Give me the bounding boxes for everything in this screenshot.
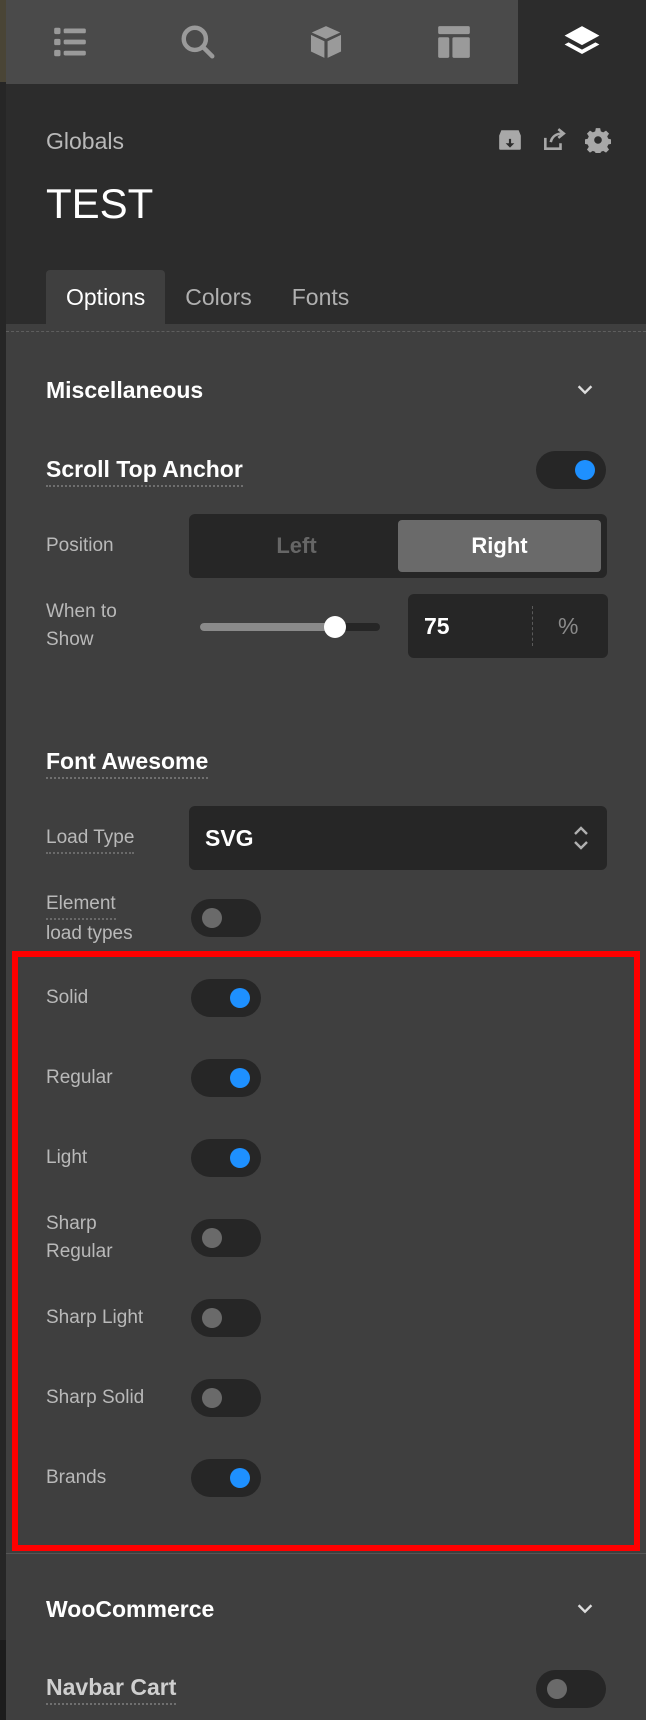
toggle-knob: [230, 988, 250, 1008]
chevron-down-icon: [577, 385, 593, 395]
brands-toggle[interactable]: [191, 1459, 261, 1497]
when-to-show-label: When to Show: [46, 598, 117, 654]
left-edge-mark-bottom: [0, 1640, 6, 1720]
input-separator: [532, 606, 533, 646]
chevron-up-down-icon: [574, 826, 588, 850]
toggle-knob: [230, 1068, 250, 1088]
section-label: Globals: [46, 128, 124, 154]
select-arrows: [571, 824, 591, 857]
sharp-regular-line1: Sharp: [46, 1213, 97, 1234]
slider-fill: [200, 623, 335, 631]
list-tab[interactable]: [6, 0, 134, 84]
woocommerce-collapse-toggle[interactable]: [574, 1597, 596, 1624]
woocommerce-section-title[interactable]: WooCommerce: [46, 1596, 214, 1623]
when-to-show-slider[interactable]: [200, 616, 380, 638]
position-label: Position: [46, 535, 114, 556]
page-title: TEST: [46, 180, 154, 227]
gear-icon: [585, 128, 611, 153]
when-to-show-unit: %: [558, 613, 579, 639]
light-toggle[interactable]: [191, 1139, 261, 1177]
search-icon: [181, 25, 215, 59]
element-load-types-toggle[interactable]: [191, 899, 261, 937]
settings-button[interactable]: [584, 126, 612, 154]
toggle-knob: [202, 1228, 222, 1248]
toggle-knob: [202, 1388, 222, 1408]
share-button[interactable]: [540, 126, 568, 154]
solid-toggle[interactable]: [191, 979, 261, 1017]
scroll-top-anchor-toggle[interactable]: [536, 451, 606, 489]
when-to-show-input[interactable]: 75 %: [408, 594, 608, 658]
tab-colors[interactable]: Colors: [165, 270, 271, 324]
cube-tab[interactable]: [262, 0, 390, 84]
navbar-cart-toggle[interactable]: [536, 1670, 606, 1708]
sharp-solid-label: Sharp Solid: [46, 1387, 145, 1408]
toggle-knob: [202, 908, 222, 928]
when-to-show-label-line1: When to: [46, 601, 117, 622]
regular-toggle[interactable]: [191, 1059, 261, 1097]
scroll-top-anchor-title: Scroll Top Anchor: [46, 456, 243, 487]
element-load-types-label: Element load types: [46, 890, 133, 948]
toggle-knob: [230, 1468, 250, 1488]
sharp-light-label: Sharp Light: [46, 1307, 144, 1328]
load-type-label: Load Type: [46, 824, 135, 854]
chevron-down-icon: [577, 1604, 593, 1614]
when-to-show-label-line2: Show: [46, 629, 94, 650]
sharp-regular-label: Sharp Regular: [46, 1210, 113, 1266]
list-icon: [54, 27, 86, 57]
misc-collapse-toggle[interactable]: [574, 378, 596, 405]
section-divider: [6, 1553, 646, 1554]
sharp-solid-toggle[interactable]: [191, 1379, 261, 1417]
slider-handle[interactable]: [324, 616, 346, 638]
header-divider: [6, 331, 646, 332]
font-awesome-title: Font Awesome: [46, 748, 209, 779]
toggle-knob: [202, 1308, 222, 1328]
sharp-regular-line2: Regular: [46, 1241, 113, 1262]
layers-tab[interactable]: [518, 0, 646, 84]
archive-download-button[interactable]: [496, 126, 524, 154]
regular-label: Regular: [46, 1067, 113, 1088]
globals-header: Globals TEST Options Colors Fonts: [6, 84, 646, 324]
element-load-types-line1: Element: [46, 890, 116, 920]
toggle-knob: [547, 1679, 567, 1699]
cube-icon: [310, 26, 342, 58]
layout-icon: [438, 26, 470, 58]
load-type-select[interactable]: SVG: [189, 806, 607, 870]
toggle-knob: [230, 1148, 250, 1168]
load-type-value: SVG: [205, 825, 254, 851]
share-icon: [544, 128, 566, 150]
position-segmented-control: Left Right: [189, 514, 607, 578]
top-icon-bar: [6, 0, 646, 84]
when-to-show-value: 75: [424, 613, 450, 639]
tab-bar: Options Colors Fonts: [46, 270, 369, 324]
layout-tab[interactable]: [390, 0, 518, 84]
element-load-types-line2: load types: [46, 923, 133, 944]
sharp-light-toggle[interactable]: [191, 1299, 261, 1337]
solid-label: Solid: [46, 987, 89, 1008]
search-tab[interactable]: [134, 0, 262, 84]
misc-section-title[interactable]: Miscellaneous: [46, 377, 203, 404]
layers-icon: [564, 26, 600, 55]
position-right-option[interactable]: Right: [398, 520, 601, 572]
position-left-option[interactable]: Left: [195, 520, 398, 572]
header-actions: [496, 126, 612, 154]
tab-options[interactable]: Options: [46, 270, 166, 324]
archive-download-icon: [499, 130, 521, 150]
brands-label: Brands: [46, 1467, 107, 1488]
toggle-knob: [575, 460, 595, 480]
sharp-regular-toggle[interactable]: [191, 1219, 261, 1257]
light-label: Light: [46, 1147, 88, 1168]
navbar-cart-title: Navbar Cart: [46, 1674, 177, 1705]
tab-fonts[interactable]: Fonts: [272, 270, 370, 324]
